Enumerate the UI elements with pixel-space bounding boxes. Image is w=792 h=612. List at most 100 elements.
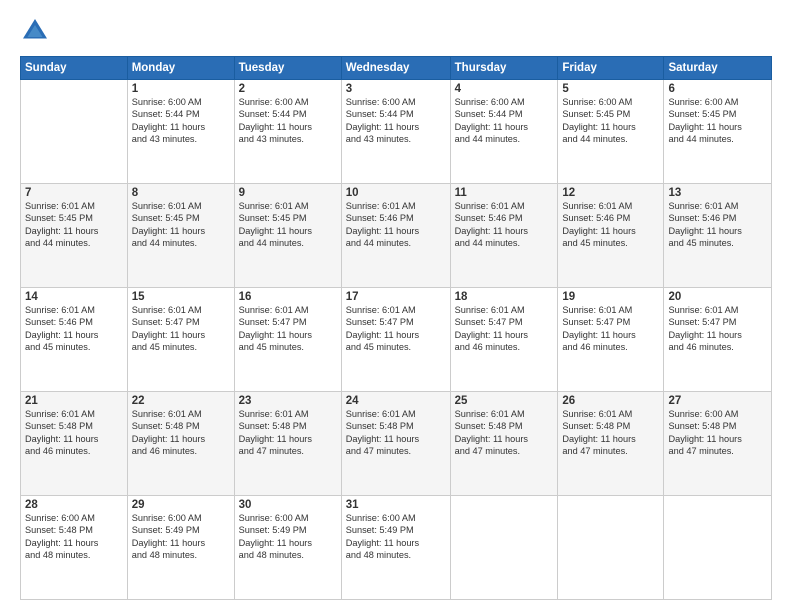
day-info: Sunrise: 6:01 AM Sunset: 5:48 PM Dayligh… bbox=[455, 408, 554, 458]
day-number: 28 bbox=[25, 499, 123, 511]
day-number: 3 bbox=[346, 83, 446, 95]
day-info: Sunrise: 6:00 AM Sunset: 5:49 PM Dayligh… bbox=[239, 512, 337, 562]
day-number: 2 bbox=[239, 83, 337, 95]
day-number: 29 bbox=[132, 499, 230, 511]
day-number: 16 bbox=[239, 291, 337, 303]
calendar-cell: 21Sunrise: 6:01 AM Sunset: 5:48 PM Dayli… bbox=[21, 392, 128, 496]
day-number: 27 bbox=[668, 395, 767, 407]
day-number: 4 bbox=[455, 83, 554, 95]
calendar-cell bbox=[450, 496, 558, 600]
calendar-cell bbox=[21, 80, 128, 184]
weekday-header-friday: Friday bbox=[558, 57, 664, 80]
day-info: Sunrise: 6:01 AM Sunset: 5:47 PM Dayligh… bbox=[346, 304, 446, 354]
calendar-cell: 20Sunrise: 6:01 AM Sunset: 5:47 PM Dayli… bbox=[664, 288, 772, 392]
day-info: Sunrise: 6:00 AM Sunset: 5:49 PM Dayligh… bbox=[346, 512, 446, 562]
day-number: 22 bbox=[132, 395, 230, 407]
calendar-table: SundayMondayTuesdayWednesdayThursdayFrid… bbox=[20, 56, 772, 600]
day-number: 26 bbox=[562, 395, 659, 407]
calendar-cell: 7Sunrise: 6:01 AM Sunset: 5:45 PM Daylig… bbox=[21, 184, 128, 288]
calendar-week-1: 1Sunrise: 6:00 AM Sunset: 5:44 PM Daylig… bbox=[21, 80, 772, 184]
day-info: Sunrise: 6:00 AM Sunset: 5:48 PM Dayligh… bbox=[25, 512, 123, 562]
calendar-cell: 14Sunrise: 6:01 AM Sunset: 5:46 PM Dayli… bbox=[21, 288, 128, 392]
calendar-cell: 17Sunrise: 6:01 AM Sunset: 5:47 PM Dayli… bbox=[341, 288, 450, 392]
day-number: 14 bbox=[25, 291, 123, 303]
day-number: 5 bbox=[562, 83, 659, 95]
calendar-week-2: 7Sunrise: 6:01 AM Sunset: 5:45 PM Daylig… bbox=[21, 184, 772, 288]
day-info: Sunrise: 6:01 AM Sunset: 5:45 PM Dayligh… bbox=[25, 200, 123, 250]
day-number: 8 bbox=[132, 187, 230, 199]
day-number: 21 bbox=[25, 395, 123, 407]
calendar-cell: 3Sunrise: 6:00 AM Sunset: 5:44 PM Daylig… bbox=[341, 80, 450, 184]
day-info: Sunrise: 6:01 AM Sunset: 5:48 PM Dayligh… bbox=[239, 408, 337, 458]
day-number: 19 bbox=[562, 291, 659, 303]
weekday-header-monday: Monday bbox=[127, 57, 234, 80]
day-number: 15 bbox=[132, 291, 230, 303]
day-number: 6 bbox=[668, 83, 767, 95]
day-number: 17 bbox=[346, 291, 446, 303]
day-info: Sunrise: 6:01 AM Sunset: 5:47 PM Dayligh… bbox=[455, 304, 554, 354]
calendar-cell: 5Sunrise: 6:00 AM Sunset: 5:45 PM Daylig… bbox=[558, 80, 664, 184]
calendar-cell: 19Sunrise: 6:01 AM Sunset: 5:47 PM Dayli… bbox=[558, 288, 664, 392]
day-number: 25 bbox=[455, 395, 554, 407]
day-info: Sunrise: 6:01 AM Sunset: 5:48 PM Dayligh… bbox=[132, 408, 230, 458]
day-info: Sunrise: 6:01 AM Sunset: 5:48 PM Dayligh… bbox=[562, 408, 659, 458]
day-number: 1 bbox=[132, 83, 230, 95]
day-info: Sunrise: 6:01 AM Sunset: 5:48 PM Dayligh… bbox=[346, 408, 446, 458]
weekday-header-thursday: Thursday bbox=[450, 57, 558, 80]
day-info: Sunrise: 6:00 AM Sunset: 5:44 PM Dayligh… bbox=[455, 96, 554, 146]
day-info: Sunrise: 6:00 AM Sunset: 5:45 PM Dayligh… bbox=[562, 96, 659, 146]
day-number: 10 bbox=[346, 187, 446, 199]
day-info: Sunrise: 6:00 AM Sunset: 5:44 PM Dayligh… bbox=[132, 96, 230, 146]
calendar-cell: 16Sunrise: 6:01 AM Sunset: 5:47 PM Dayli… bbox=[234, 288, 341, 392]
day-info: Sunrise: 6:00 AM Sunset: 5:48 PM Dayligh… bbox=[668, 408, 767, 458]
page: SundayMondayTuesdayWednesdayThursdayFrid… bbox=[0, 0, 792, 612]
weekday-header-wednesday: Wednesday bbox=[341, 57, 450, 80]
calendar-cell: 30Sunrise: 6:00 AM Sunset: 5:49 PM Dayli… bbox=[234, 496, 341, 600]
weekday-header-tuesday: Tuesday bbox=[234, 57, 341, 80]
weekday-header-saturday: Saturday bbox=[664, 57, 772, 80]
calendar-cell: 27Sunrise: 6:00 AM Sunset: 5:48 PM Dayli… bbox=[664, 392, 772, 496]
calendar-cell bbox=[558, 496, 664, 600]
calendar-cell bbox=[664, 496, 772, 600]
logo bbox=[20, 16, 54, 46]
calendar-week-5: 28Sunrise: 6:00 AM Sunset: 5:48 PM Dayli… bbox=[21, 496, 772, 600]
calendar-cell: 31Sunrise: 6:00 AM Sunset: 5:49 PM Dayli… bbox=[341, 496, 450, 600]
day-info: Sunrise: 6:01 AM Sunset: 5:47 PM Dayligh… bbox=[562, 304, 659, 354]
day-number: 23 bbox=[239, 395, 337, 407]
calendar-cell: 11Sunrise: 6:01 AM Sunset: 5:46 PM Dayli… bbox=[450, 184, 558, 288]
day-info: Sunrise: 6:01 AM Sunset: 5:46 PM Dayligh… bbox=[346, 200, 446, 250]
day-info: Sunrise: 6:00 AM Sunset: 5:44 PM Dayligh… bbox=[346, 96, 446, 146]
calendar-week-3: 14Sunrise: 6:01 AM Sunset: 5:46 PM Dayli… bbox=[21, 288, 772, 392]
day-info: Sunrise: 6:01 AM Sunset: 5:46 PM Dayligh… bbox=[668, 200, 767, 250]
calendar-cell: 22Sunrise: 6:01 AM Sunset: 5:48 PM Dayli… bbox=[127, 392, 234, 496]
day-info: Sunrise: 6:01 AM Sunset: 5:46 PM Dayligh… bbox=[25, 304, 123, 354]
day-number: 31 bbox=[346, 499, 446, 511]
day-number: 18 bbox=[455, 291, 554, 303]
calendar-cell: 12Sunrise: 6:01 AM Sunset: 5:46 PM Dayli… bbox=[558, 184, 664, 288]
calendar-cell: 2Sunrise: 6:00 AM Sunset: 5:44 PM Daylig… bbox=[234, 80, 341, 184]
day-info: Sunrise: 6:01 AM Sunset: 5:48 PM Dayligh… bbox=[25, 408, 123, 458]
day-number: 11 bbox=[455, 187, 554, 199]
calendar-cell: 29Sunrise: 6:00 AM Sunset: 5:49 PM Dayli… bbox=[127, 496, 234, 600]
day-info: Sunrise: 6:01 AM Sunset: 5:45 PM Dayligh… bbox=[132, 200, 230, 250]
calendar-cell: 9Sunrise: 6:01 AM Sunset: 5:45 PM Daylig… bbox=[234, 184, 341, 288]
calendar-cell: 24Sunrise: 6:01 AM Sunset: 5:48 PM Dayli… bbox=[341, 392, 450, 496]
calendar-cell: 1Sunrise: 6:00 AM Sunset: 5:44 PM Daylig… bbox=[127, 80, 234, 184]
header bbox=[20, 16, 772, 46]
calendar-cell: 23Sunrise: 6:01 AM Sunset: 5:48 PM Dayli… bbox=[234, 392, 341, 496]
day-number: 13 bbox=[668, 187, 767, 199]
day-info: Sunrise: 6:01 AM Sunset: 5:47 PM Dayligh… bbox=[668, 304, 767, 354]
day-info: Sunrise: 6:01 AM Sunset: 5:47 PM Dayligh… bbox=[132, 304, 230, 354]
day-info: Sunrise: 6:01 AM Sunset: 5:47 PM Dayligh… bbox=[239, 304, 337, 354]
calendar-cell: 4Sunrise: 6:00 AM Sunset: 5:44 PM Daylig… bbox=[450, 80, 558, 184]
day-number: 7 bbox=[25, 187, 123, 199]
calendar-cell: 6Sunrise: 6:00 AM Sunset: 5:45 PM Daylig… bbox=[664, 80, 772, 184]
day-number: 20 bbox=[668, 291, 767, 303]
day-info: Sunrise: 6:01 AM Sunset: 5:46 PM Dayligh… bbox=[455, 200, 554, 250]
logo-icon bbox=[20, 16, 50, 46]
day-number: 12 bbox=[562, 187, 659, 199]
day-info: Sunrise: 6:01 AM Sunset: 5:46 PM Dayligh… bbox=[562, 200, 659, 250]
day-info: Sunrise: 6:00 AM Sunset: 5:49 PM Dayligh… bbox=[132, 512, 230, 562]
calendar-cell: 25Sunrise: 6:01 AM Sunset: 5:48 PM Dayli… bbox=[450, 392, 558, 496]
calendar-cell: 18Sunrise: 6:01 AM Sunset: 5:47 PM Dayli… bbox=[450, 288, 558, 392]
